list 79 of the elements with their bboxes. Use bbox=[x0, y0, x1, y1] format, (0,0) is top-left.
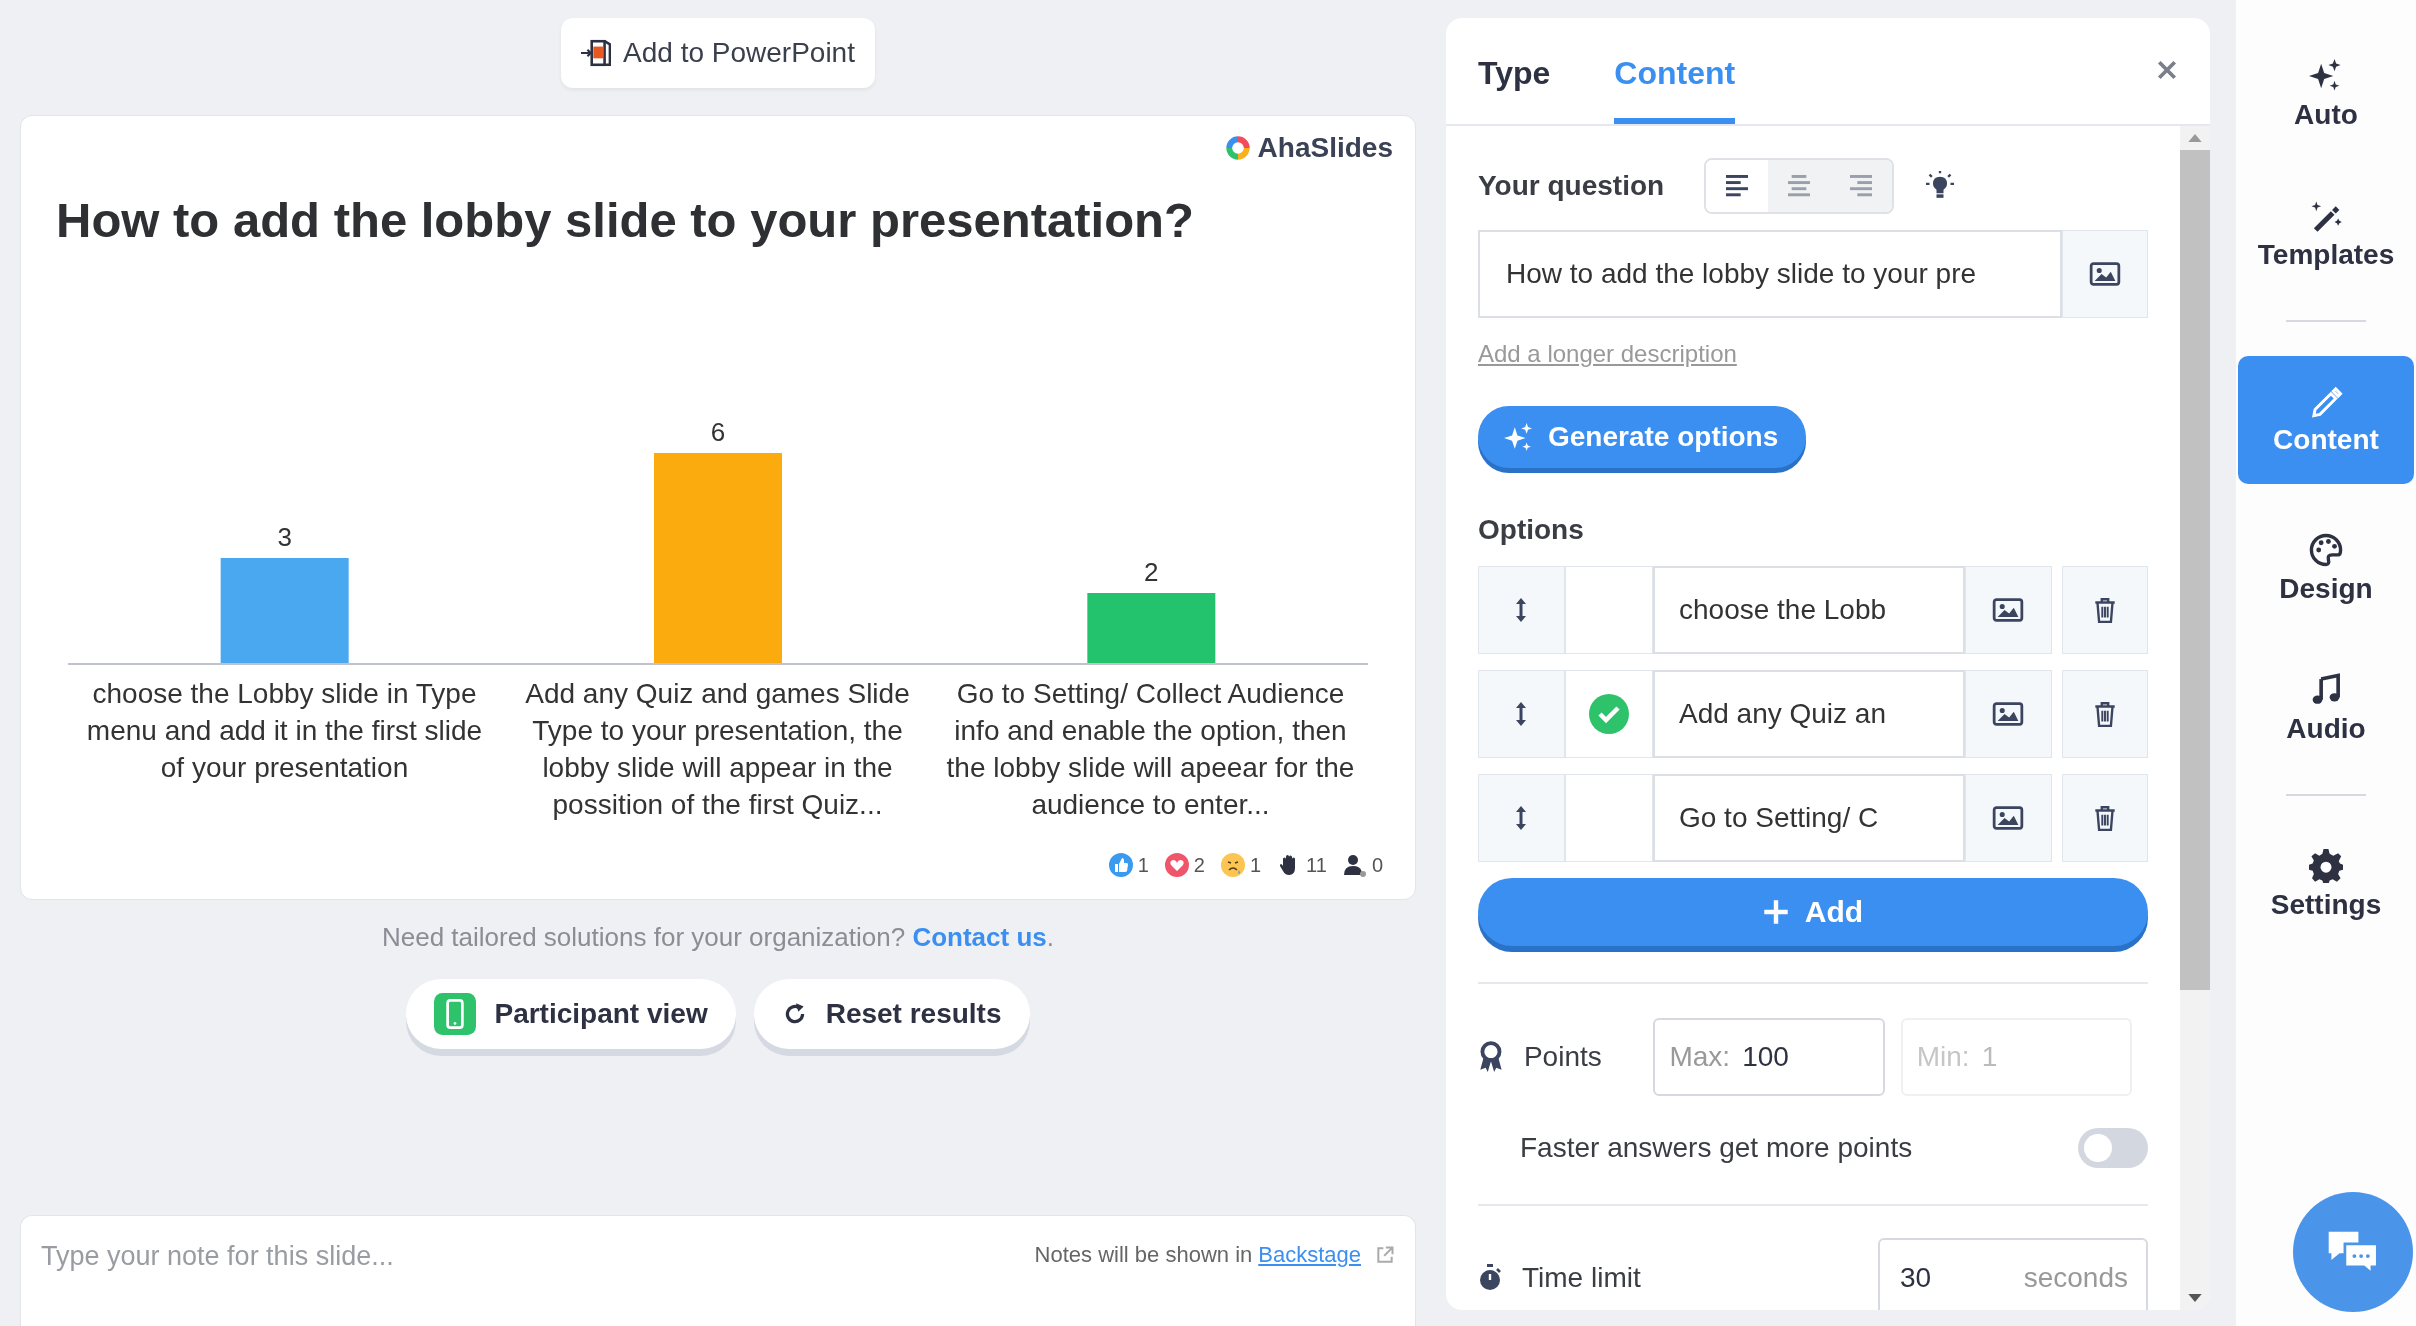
text-align-group[interactable] bbox=[1704, 158, 1895, 214]
question-label: Your question bbox=[1478, 170, 1665, 202]
image-button[interactable] bbox=[2062, 230, 2148, 318]
option-field[interactable]: choose the Lobb bbox=[1653, 566, 1965, 654]
palette-icon bbox=[2309, 533, 2343, 567]
correct-answer-toggle[interactable] bbox=[1564, 566, 1653, 654]
sparkle-icon bbox=[1504, 423, 1532, 451]
scrollbar[interactable] bbox=[2180, 126, 2210, 1310]
reaction-count: 1 bbox=[1137, 853, 1149, 877]
option-field[interactable]: Go to Setting/ C bbox=[1653, 774, 1965, 862]
text-align-right-icon bbox=[1850, 175, 1873, 197]
sidebar-item[interactable]: Design bbox=[2238, 514, 2414, 624]
category-label: Add any Quiz and games Slide Type to your presentation, the lobby slide will appear in the possition of the first Quiz... bbox=[524, 677, 911, 822]
reaction-count: 0 bbox=[1371, 853, 1383, 877]
pencil-icon bbox=[2309, 384, 2343, 418]
category-label: Go to Setting/ Collect Audience info and enable the option, then the lobby slide will apeear for the audience to enter... bbox=[945, 677, 1356, 822]
options-label: Options bbox=[1478, 514, 1585, 546]
question-field[interactable]: How to add the lobby slide to your pre bbox=[1478, 230, 2062, 318]
image-button[interactable] bbox=[1965, 566, 2052, 654]
sidebar-item[interactable]: Templates bbox=[2238, 180, 2414, 290]
footer-text: Need tailored solutions for your organization? bbox=[382, 922, 906, 952]
notes-hint: Notes will be shown in bbox=[1034, 1242, 1253, 1268]
slide-title: How to add the lobby slide to your presentation? bbox=[56, 192, 1195, 248]
plus-icon bbox=[1762, 899, 1789, 925]
text-align-center-icon bbox=[1788, 175, 1811, 197]
text-align-left-icon bbox=[1726, 175, 1749, 197]
align-right-button[interactable] bbox=[1830, 160, 1893, 212]
bar-value-label: 3 bbox=[277, 522, 292, 552]
faster-answers-toggle[interactable] bbox=[2078, 1128, 2148, 1168]
reaction-count: 2 bbox=[1193, 853, 1205, 877]
bar-value-label: 2 bbox=[1144, 557, 1159, 587]
drag-handle[interactable] bbox=[1478, 774, 1565, 862]
thumbs-up-icon bbox=[1108, 853, 1133, 877]
sidebar-item[interactable]: Settings bbox=[2238, 830, 2414, 940]
drag-handle[interactable] bbox=[1478, 670, 1565, 758]
checkmark-icon bbox=[1588, 694, 1629, 734]
reaction-count: 11 bbox=[1306, 853, 1327, 877]
time-limit-label: Time limit bbox=[1522, 1262, 1641, 1294]
delete-button[interactable] bbox=[2061, 774, 2148, 862]
image-icon bbox=[1991, 595, 2026, 625]
bar-value-label: 6 bbox=[710, 417, 726, 447]
magic-wand-icon bbox=[2309, 199, 2343, 233]
category-label: choose the Lobby slide in Type menu and add it in the first slide of your presentation bbox=[85, 677, 484, 785]
correct-answer-toggle[interactable] bbox=[1564, 670, 1653, 758]
delete-button[interactable] bbox=[2061, 566, 2148, 654]
scroll-down-icon bbox=[2188, 1294, 2202, 1302]
image-icon bbox=[2088, 259, 2122, 289]
points-label: Points bbox=[1523, 1041, 1603, 1073]
image-button[interactable] bbox=[1965, 774, 2052, 862]
close-icon bbox=[2156, 58, 2178, 81]
faster-answers-label: Faster answers get more points bbox=[1520, 1132, 1913, 1164]
settings-icon bbox=[2309, 849, 2343, 883]
sad-face-icon bbox=[1221, 853, 1245, 877]
time-limit-field[interactable]: 30 seconds bbox=[1878, 1238, 2148, 1310]
delete-button[interactable] bbox=[2061, 670, 2148, 758]
drag-handle[interactable] bbox=[1478, 566, 1565, 654]
sidebar-item[interactable]: Audio bbox=[2238, 654, 2414, 764]
reaction-count: 1 bbox=[1250, 853, 1262, 877]
scroll-up-icon bbox=[2188, 134, 2202, 142]
powerpoint-icon bbox=[581, 38, 612, 68]
award-ribbon-icon bbox=[1478, 1041, 1504, 1073]
image-button[interactable] bbox=[1965, 670, 2052, 758]
phone-icon bbox=[434, 993, 477, 1035]
brand-name: AhaSlides bbox=[1257, 132, 1393, 164]
person-icon bbox=[1342, 853, 1367, 877]
stopwatch-icon bbox=[1478, 1264, 1502, 1292]
notes-field[interactable]: Type your note for this slide... Notes will be shown in Backstage bbox=[20, 1215, 1416, 1326]
image-icon bbox=[1991, 699, 2026, 729]
max-points-field[interactable]: Max: 100 bbox=[1653, 1018, 1885, 1096]
external-link-icon bbox=[1375, 1245, 1395, 1265]
sidebar-item[interactable]: Auto bbox=[2238, 40, 2414, 150]
image-icon bbox=[1991, 803, 2026, 833]
footer-period: . bbox=[1046, 922, 1054, 952]
logo-icon bbox=[1223, 134, 1252, 162]
correct-answer-toggle[interactable] bbox=[1564, 774, 1653, 862]
add-to-powerpoint-button[interactable]: Add to PowerPoint bbox=[561, 18, 875, 88]
option-field[interactable]: Add any Quiz an bbox=[1653, 670, 1965, 758]
scroll-thumb[interactable] bbox=[2180, 150, 2210, 990]
tab[interactable]: Type bbox=[1478, 18, 1551, 124]
